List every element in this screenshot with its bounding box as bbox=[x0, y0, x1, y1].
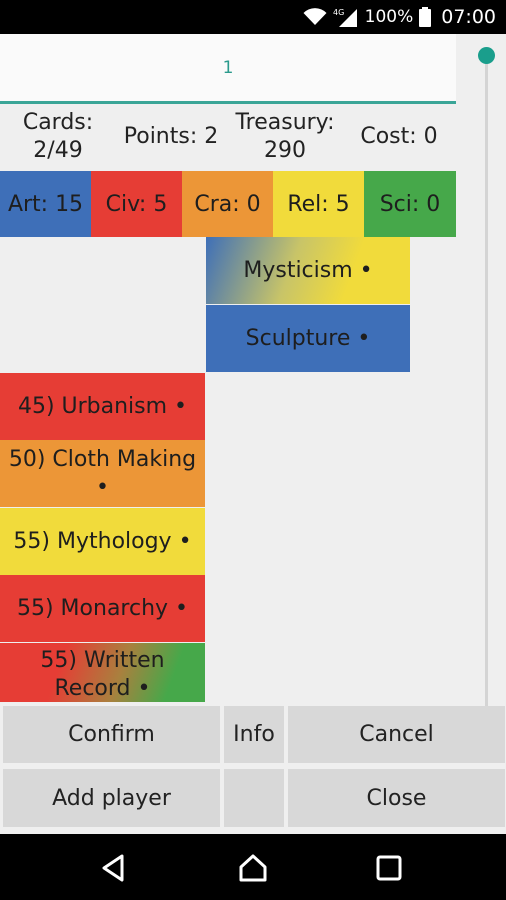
close-button[interactable]: Close bbox=[288, 769, 505, 827]
scrollbar-thumb[interactable] bbox=[478, 47, 495, 64]
cost-stat: Cost: 0 bbox=[360, 124, 438, 149]
info-button[interactable]: Info bbox=[224, 706, 284, 763]
category-sci: Sci: 0 bbox=[364, 171, 456, 237]
home-icon[interactable] bbox=[237, 852, 269, 884]
app-content: 1 Cards: 2/49 Points: 2 Treasury: 290 Co… bbox=[0, 34, 506, 834]
card-title-line1: 55) Written bbox=[40, 648, 165, 673]
points-stat: Points: 2 bbox=[123, 124, 219, 149]
card-title-line2: • bbox=[96, 474, 109, 500]
network-type-label: 4G bbox=[333, 8, 344, 17]
category-rel: Rel: 5 bbox=[273, 171, 364, 237]
cards-value: 2/49 bbox=[33, 138, 83, 163]
back-icon[interactable] bbox=[98, 852, 130, 884]
available-card-cloth-making[interactable]: 50) Cloth Making • bbox=[0, 440, 205, 507]
available-card-urbanism[interactable]: 45) Urbanism • bbox=[0, 373, 205, 440]
scrollbar-track[interactable] bbox=[485, 60, 488, 710]
battery-icon bbox=[419, 7, 432, 27]
category-totals: Art: 15 Civ: 5 Cra: 0 Rel: 5 Sci: 0 bbox=[0, 171, 456, 237]
card-title-line1: 50) Cloth Making bbox=[8, 446, 197, 472]
category-art: Art: 15 bbox=[0, 171, 91, 237]
treasury-label: Treasury: bbox=[235, 110, 335, 135]
category-civ: Civ: 5 bbox=[91, 171, 182, 237]
wifi-icon bbox=[303, 8, 327, 26]
owned-card-sculpture[interactable]: Sculpture • bbox=[206, 305, 410, 372]
navigation-bar bbox=[0, 834, 506, 900]
tab-player-1[interactable]: 1 bbox=[0, 34, 456, 101]
blank-button[interactable] bbox=[224, 769, 284, 827]
clock: 07:00 bbox=[441, 6, 496, 28]
treasury-value: 290 bbox=[264, 138, 306, 163]
player-tab-bar[interactable]: 1 bbox=[0, 34, 456, 104]
confirm-button[interactable]: Confirm bbox=[3, 706, 220, 763]
available-card-written-record[interactable]: 55) Written Record • bbox=[0, 643, 205, 702]
treasury-stat: Treasury: 290 bbox=[228, 109, 342, 165]
card-title-line2: Record • bbox=[54, 676, 151, 701]
status-bar: 4G 100% 07:00 bbox=[0, 0, 506, 34]
recents-icon[interactable] bbox=[373, 852, 405, 884]
owned-card-mysticism[interactable]: Mysticism • bbox=[206, 237, 410, 304]
category-cra: Cra: 0 bbox=[182, 171, 273, 237]
signal-icon: 4G bbox=[333, 7, 359, 27]
cancel-button[interactable]: Cancel bbox=[288, 706, 505, 763]
available-card-mythology[interactable]: 55) Mythology • bbox=[0, 508, 205, 575]
add-player-button[interactable]: Add player bbox=[3, 769, 220, 827]
battery-percent: 100% bbox=[364, 7, 414, 27]
status-icons: 4G 100% 07:00 bbox=[303, 0, 496, 34]
cards-label: Cards: bbox=[22, 110, 94, 135]
cards-stat: Cards: 2/49 bbox=[12, 109, 104, 165]
available-card-monarchy[interactable]: 55) Monarchy • bbox=[0, 575, 205, 642]
player-stats: Cards: 2/49 Points: 2 Treasury: 290 Cost… bbox=[0, 107, 456, 169]
